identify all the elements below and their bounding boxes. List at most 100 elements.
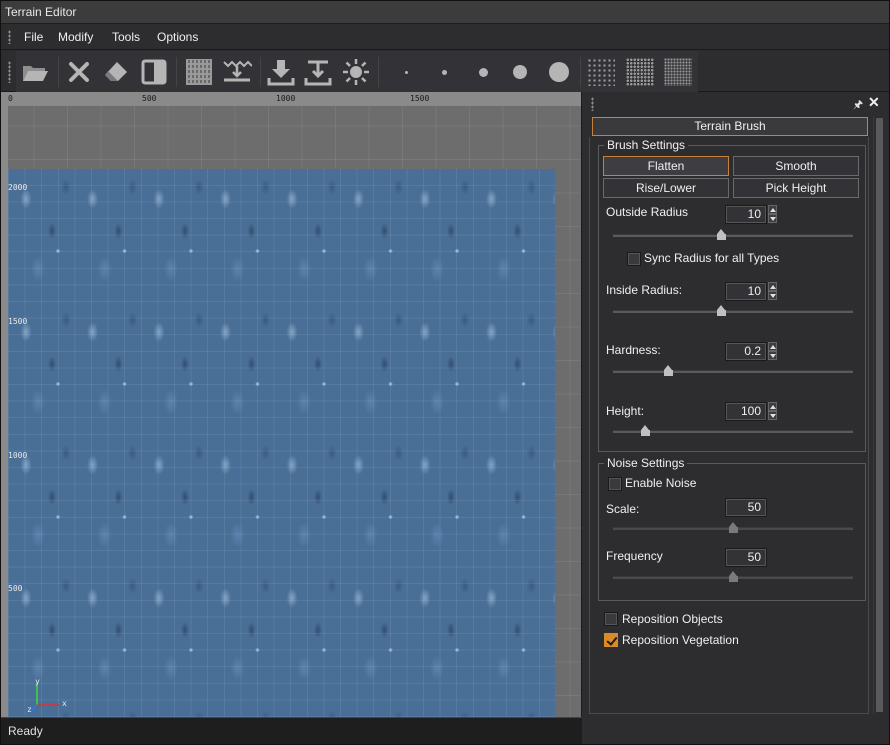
inside-radius-label: Inside Radius: bbox=[606, 283, 683, 297]
pick-height-button[interactable]: Pick Height bbox=[733, 178, 859, 198]
frequency-label: Frequency bbox=[606, 549, 663, 563]
brush-size-1[interactable] bbox=[389, 55, 423, 89]
toolbar-grip-icon[interactable] bbox=[8, 61, 11, 83]
slider-thumb[interactable] bbox=[640, 425, 650, 437]
ruler-label: 1500 bbox=[410, 94, 430, 103]
enable-noise-label: Enable Noise bbox=[625, 476, 697, 490]
pin-icon[interactable]: 🖈 bbox=[853, 96, 863, 115]
hardness-slider[interactable] bbox=[613, 365, 853, 379]
brush-size-4[interactable] bbox=[503, 55, 537, 89]
import-icon[interactable] bbox=[264, 55, 298, 89]
flatten-button[interactable]: Flatten bbox=[603, 156, 729, 176]
toolbar-separator bbox=[176, 57, 177, 87]
export-icon[interactable] bbox=[301, 55, 335, 89]
reposition-objects-label: Reposition Objects bbox=[622, 612, 723, 626]
reposition-vegetation-label: Reposition Vegetation bbox=[622, 633, 739, 647]
outside-radius-input[interactable]: 10 bbox=[725, 205, 767, 224]
menu-grip-icon[interactable] bbox=[8, 30, 11, 44]
axis-z-label: z bbox=[27, 705, 32, 714]
scrollbar-thumb[interactable] bbox=[876, 118, 883, 712]
axis-x-label: x bbox=[62, 699, 67, 708]
reposition-objects-checkbox[interactable] bbox=[604, 612, 618, 626]
tab-terrain-brush[interactable]: Terrain Brush bbox=[592, 117, 868, 136]
noise-settings-title: Noise Settings bbox=[604, 456, 688, 470]
brush-size-5[interactable] bbox=[542, 55, 576, 89]
status-bar: Ready bbox=[0, 717, 582, 745]
status-text: Ready bbox=[8, 724, 43, 738]
slider-thumb[interactable] bbox=[716, 305, 726, 317]
ruler-label: 500 bbox=[142, 94, 157, 103]
height-slider[interactable] bbox=[613, 425, 853, 439]
hardness-input[interactable]: 0.2 bbox=[725, 342, 767, 361]
enable-noise-checkbox[interactable] bbox=[608, 477, 622, 491]
reposition-vegetation-checkbox[interactable] bbox=[604, 633, 618, 647]
texture-icon[interactable] bbox=[182, 55, 216, 89]
ruler-label: 1000 bbox=[8, 451, 28, 460]
height-stepper[interactable] bbox=[768, 402, 777, 421]
toolbar-group bbox=[16, 51, 698, 92]
scale-slider[interactable] bbox=[613, 522, 853, 536]
menu-options[interactable]: Options bbox=[157, 30, 198, 44]
terrain-heightmap[interactable] bbox=[8, 169, 555, 717]
menu-file[interactable]: File bbox=[24, 30, 43, 44]
slider-thumb[interactable] bbox=[663, 365, 673, 377]
rise-lower-button[interactable]: Rise/Lower bbox=[603, 178, 729, 198]
toolbar-separator bbox=[378, 57, 379, 87]
sparse-pattern[interactable] bbox=[584, 55, 618, 89]
sync-radius-checkbox[interactable] bbox=[627, 252, 641, 266]
delete-icon[interactable] bbox=[62, 55, 96, 89]
scale-label: Scale: bbox=[606, 502, 640, 516]
outside-radius-slider[interactable] bbox=[613, 229, 853, 243]
panel-grip-icon[interactable] bbox=[591, 97, 594, 111]
hardness-stepper[interactable] bbox=[768, 342, 777, 361]
panel-body: Brush Settings Flatten Smooth Rise/Lower… bbox=[589, 137, 869, 714]
ruler-left bbox=[0, 92, 8, 717]
slider-thumb[interactable] bbox=[728, 522, 738, 534]
toolbar bbox=[0, 51, 890, 92]
water-level-icon[interactable] bbox=[220, 55, 254, 89]
inside-radius-input[interactable]: 10 bbox=[725, 282, 767, 301]
brush-settings-group: Brush Settings Flatten Smooth Rise/Lower… bbox=[598, 138, 866, 452]
frequency-slider[interactable] bbox=[613, 571, 853, 585]
menu-modify[interactable]: Modify bbox=[58, 30, 93, 44]
brush-size-3[interactable] bbox=[466, 55, 500, 89]
menu-bar: File Modify Tools Options bbox=[0, 24, 890, 50]
height-input[interactable]: 100 bbox=[725, 402, 767, 421]
brush-settings-title: Brush Settings bbox=[604, 138, 689, 152]
axis-y-label: y bbox=[35, 677, 40, 686]
outside-radius-stepper[interactable] bbox=[768, 205, 777, 224]
title-bar: Terrain Editor bbox=[0, 0, 890, 24]
ruler-label: 2000 bbox=[8, 183, 28, 192]
frequency-input[interactable]: 50 bbox=[725, 548, 767, 567]
eraser-icon[interactable] bbox=[99, 55, 133, 89]
toolbar-separator bbox=[580, 57, 581, 87]
menu-tools[interactable]: Tools bbox=[112, 30, 140, 44]
ruler-label: 500 bbox=[8, 584, 23, 593]
lighting-icon[interactable] bbox=[339, 55, 373, 89]
ruler-top: 0 500 1000 1500 bbox=[0, 92, 581, 106]
toolbar-separator bbox=[58, 57, 59, 87]
open-folder-icon[interactable] bbox=[18, 55, 52, 89]
slider-thumb[interactable] bbox=[716, 229, 726, 241]
noise-settings-frame: Noise Settings Enable Noise Scale: 50 Fr… bbox=[598, 456, 866, 601]
scale-input[interactable]: 50 bbox=[725, 498, 767, 517]
slider-thumb[interactable] bbox=[728, 571, 738, 583]
inside-radius-slider[interactable] bbox=[613, 305, 853, 319]
height-label: Height: bbox=[606, 404, 645, 418]
brush-size-2[interactable] bbox=[427, 55, 461, 89]
panel-scrollbar[interactable] bbox=[873, 116, 885, 714]
window-title: Terrain Editor bbox=[5, 5, 77, 19]
inside-radius-stepper[interactable] bbox=[768, 282, 777, 301]
medium-pattern[interactable] bbox=[623, 55, 657, 89]
toolbar-separator bbox=[260, 57, 261, 87]
ruler-label: 0 bbox=[8, 94, 13, 103]
split-view-icon[interactable] bbox=[137, 55, 171, 89]
panel-header: 🖈 ✕ bbox=[583, 92, 890, 114]
terrain-brush-panel: 🖈 ✕ Terrain Brush Brush Settings Flatten… bbox=[583, 92, 890, 745]
dense-pattern[interactable] bbox=[661, 55, 695, 89]
hardness-label: Hardness: bbox=[606, 343, 661, 357]
axis-gizmo: y x z bbox=[27, 675, 67, 715]
close-icon[interactable]: ✕ bbox=[868, 94, 880, 111]
smooth-button[interactable]: Smooth bbox=[733, 156, 859, 176]
terrain-viewport[interactable]: 0 500 1000 1500 2000 1500 1000 500 y x z bbox=[0, 92, 582, 717]
